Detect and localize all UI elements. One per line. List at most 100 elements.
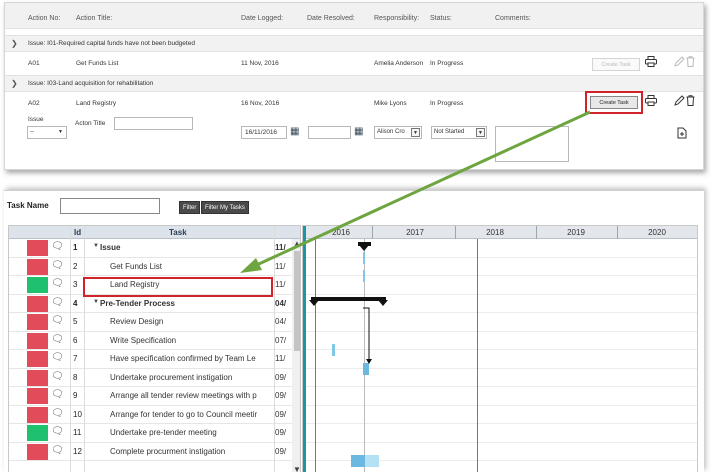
summary-end-marker <box>378 300 388 306</box>
issue-group-row[interactable]: ❯ Issue: I01-Required capital funds have… <box>5 35 703 52</box>
issue-select-value: -- <box>30 129 34 135</box>
chevron-down-icon[interactable]: ❯ <box>11 39 18 48</box>
header-date-logged: Date Logged: <box>241 15 284 22</box>
task-row[interactable]: 🗨 4 ▼ Pre-Tender Process 04/ <box>9 295 300 313</box>
task-name: Write Specification <box>110 335 177 345</box>
comment-bubble-icon[interactable]: 🗨 <box>51 426 64 438</box>
chevron-down-icon[interactable]: ❯ <box>11 79 18 88</box>
status-swatch <box>27 314 48 330</box>
task-id: 12 <box>73 446 82 456</box>
task-id: 10 <box>73 409 82 419</box>
callout-arrow <box>240 110 591 273</box>
status-swatch <box>27 406 48 423</box>
task-row[interactable]: 🗨 10 Arrange for tender to go to Council m… <box>9 406 300 424</box>
action-title: Get Funds List <box>76 60 119 67</box>
trash-icon[interactable] <box>686 56 695 67</box>
expand-triangle-icon[interactable]: ▼ <box>93 299 99 305</box>
dependency-arrow <box>363 307 372 364</box>
task-id: 2 <box>73 261 78 271</box>
issue-label: Issue <box>28 116 44 123</box>
column-header-task[interactable]: Task <box>169 228 187 237</box>
task-row[interactable]: 🗨 7 Have specification confirmed by Team L… <box>9 350 300 369</box>
task-start-date: 07/ <box>275 335 287 345</box>
action-date-logged: 11 Nov, 2016 <box>241 60 279 67</box>
task-id: 9 <box>73 391 78 400</box>
task-row[interactable]: 🗨 5 Review Design 04/ <box>9 313 300 332</box>
task-row[interactable]: 🗨 9 Arrange all tender review meetings wit… <box>9 387 300 406</box>
task-id: 1 <box>73 243 78 252</box>
task-id: 8 <box>73 372 78 382</box>
task-name: Undertake pre-tender meeting <box>110 428 217 437</box>
task-start-date: 09/ <box>275 446 287 456</box>
comment-bubble-icon[interactable]: 🗨 <box>51 408 64 420</box>
comment-bubble-icon[interactable]: 🗨 <box>51 371 64 383</box>
action-title-label: Acton Title <box>75 120 106 127</box>
header-status: Status: <box>430 15 452 22</box>
comment-bubble-icon[interactable]: 🗨 <box>51 278 64 290</box>
comment-bubble-icon[interactable]: 🗨 <box>51 445 64 457</box>
header-action-no: Action No: <box>28 15 61 22</box>
task-name-input[interactable] <box>60 198 160 214</box>
task-row[interactable]: 🗨 12 Complete procurment instigation 09/ <box>9 443 300 461</box>
filter-button[interactable]: Filter <box>179 201 201 214</box>
action-table-header: Action No: Action Title: Date Logged: Da… <box>5 3 703 29</box>
year-label: 2020 <box>648 228 666 237</box>
task-name: Undertake procurement instigation <box>110 372 233 382</box>
comment-bubble-icon[interactable]: 🗨 <box>51 297 64 309</box>
task-start-date: 04/ <box>275 317 287 326</box>
comment-bubble-icon[interactable]: 🗨 <box>51 352 64 364</box>
task-bar[interactable] <box>351 455 365 467</box>
task-name: Arrange all tender review meetings with … <box>110 391 257 400</box>
comment-bubble-icon[interactable]: 🗨 <box>51 334 64 346</box>
status-swatch <box>27 443 48 460</box>
pencil-icon[interactable] <box>674 95 685 106</box>
timeline-row <box>303 424 697 443</box>
scroll-down-icon[interactable]: ▼ <box>293 465 300 472</box>
task-id: 3 <box>73 280 78 289</box>
pencil-icon[interactable] <box>674 56 685 67</box>
action-status: In Progress <box>430 60 464 67</box>
status-swatch <box>27 332 48 349</box>
header-action-title: Action Title: <box>76 15 113 22</box>
create-task-button[interactable]: Create Task <box>592 58 640 71</box>
column-divider <box>84 226 85 472</box>
comment-bubble-icon[interactable]: 🗨 <box>51 260 64 272</box>
task-row[interactable]: 🗨 8 Undertake procurement instigation 09/ <box>9 369 300 387</box>
action-no: A02 <box>28 100 40 107</box>
task-row[interactable]: 🗨 11 Undertake pre-tender meeting 09/ <box>9 424 300 443</box>
printer-icon[interactable] <box>645 56 657 67</box>
column-divider <box>70 226 71 472</box>
comment-bubble-icon[interactable]: 🗨 <box>51 315 64 327</box>
trash-icon[interactable] <box>686 95 695 106</box>
action-no: A01 <box>28 60 40 67</box>
group-summary-bar[interactable] <box>311 297 386 301</box>
comment-bubble-icon[interactable]: 🗨 <box>51 241 64 253</box>
status-swatch <box>27 425 48 441</box>
task-start-date: 09/ <box>275 391 287 400</box>
task-row[interactable]: 🗨 6 Write Specification 07/ <box>9 332 300 350</box>
task-start-date: 11/ <box>275 354 286 363</box>
task-start-date: 09/ <box>275 428 287 437</box>
task-name: Review Design <box>110 317 164 326</box>
issue-group-row[interactable]: ❯ Issue: I03-Land acquisition for rehabi… <box>5 75 703 92</box>
task-start-date: 09/ <box>275 409 287 419</box>
status-swatch <box>27 351 48 367</box>
printer-icon[interactable] <box>645 95 657 106</box>
task-name-label: Task Name <box>7 201 49 210</box>
status-swatch <box>27 295 48 312</box>
task-start-date: 09/ <box>275 372 287 382</box>
issue-select[interactable]: -- ▼ <box>27 126 67 139</box>
column-header-id[interactable]: Id <box>74 228 81 237</box>
add-file-icon[interactable] <box>677 127 688 139</box>
issue-title: Issue: I03-Land acquisition for rehabili… <box>28 80 154 87</box>
issue-title: Issue: I01-Required capital funds have n… <box>28 40 195 47</box>
expand-triangle-icon[interactable]: ▼ <box>93 243 99 249</box>
comment-bubble-icon[interactable]: 🗨 <box>51 389 64 401</box>
land-registry-highlight <box>83 277 273 297</box>
task-id: 7 <box>73 354 78 363</box>
action-title: Land Registry <box>76 100 117 107</box>
task-bar[interactable] <box>332 344 335 356</box>
status-swatch <box>27 277 48 293</box>
task-id: 4 <box>73 298 78 308</box>
action-title-input[interactable] <box>114 117 193 130</box>
